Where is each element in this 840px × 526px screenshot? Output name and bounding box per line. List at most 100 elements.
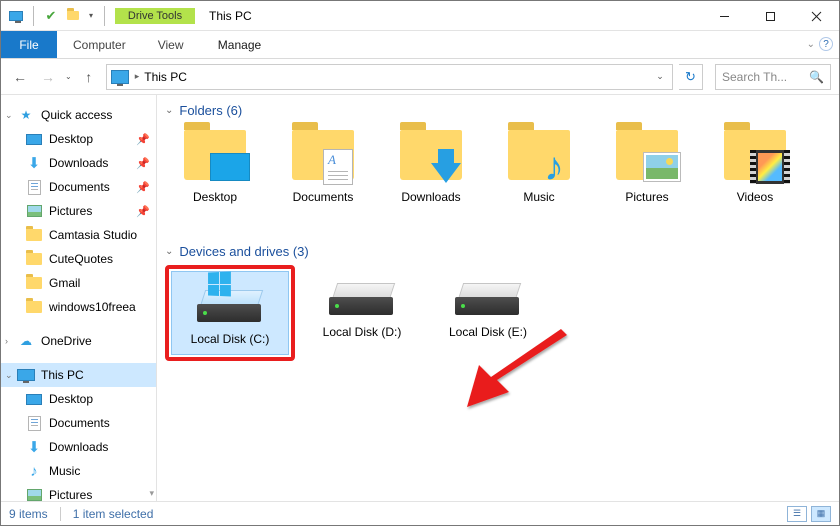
tab-manage[interactable]: Manage [199, 31, 279, 58]
sidebar-item[interactable]: windows10freea [1, 295, 156, 319]
sidebar-quick-access[interactable]: ⌄ ★ Quick access [1, 103, 156, 127]
pin-icon: 📌 [136, 133, 150, 146]
folder-item[interactable]: ♪Music [489, 124, 589, 224]
sidebar-item[interactable]: Desktop 📌 [1, 127, 156, 151]
folder-icon [184, 130, 246, 180]
chevron-down-icon[interactable]: ⌄ [5, 110, 13, 121]
folder-item[interactable]: Desktop [165, 124, 265, 224]
group-header-drives[interactable]: ⌄ Devices and drives (3) [165, 244, 835, 259]
details-view-button[interactable]: ☰ [787, 506, 807, 522]
window-controls [701, 1, 839, 30]
chevron-right-icon[interactable]: › [5, 336, 8, 346]
sidebar-item[interactable]: Documents📌 [1, 175, 156, 199]
windows-logo-icon [208, 271, 231, 296]
drives-group: Local Disk (C:)Local Disk (D:)Local Disk… [165, 265, 835, 361]
back-button[interactable]: ← [9, 66, 31, 88]
folder-icon [292, 130, 354, 180]
search-icon: 🔍 [809, 70, 824, 84]
drive-item[interactable]: Local Disk (C:) [171, 271, 289, 355]
folder-icon [616, 130, 678, 180]
drive-tools-label: Drive Tools [115, 8, 195, 24]
folder-item[interactable]: Videos [705, 124, 805, 224]
sidebar-onedrive[interactable]: › ☁ OneDrive [1, 329, 156, 353]
qat-properties-icon[interactable]: ✔ [42, 7, 60, 25]
sidebar-item[interactable]: ⬇Downloads [1, 435, 156, 459]
sidebar-item[interactable]: Pictures [1, 483, 156, 501]
window-title: This PC [195, 1, 701, 30]
sidebar-item-label: Desktop [49, 392, 93, 406]
help-icon[interactable]: ? [819, 37, 833, 51]
folder-item[interactable]: Documents [273, 124, 373, 224]
pin-icon: 📌 [136, 205, 150, 218]
folder-label: Music [523, 190, 554, 204]
drive-item[interactable]: Local Disk (E:) [429, 265, 547, 361]
sidebar-item-label: Desktop [49, 132, 93, 146]
scroll-down-icon[interactable]: ▾ [149, 488, 154, 499]
group-title: Folders (6) [179, 103, 242, 118]
folder-icon [400, 130, 462, 180]
address-text[interactable]: This PC [144, 70, 187, 84]
close-button[interactable] [793, 1, 839, 31]
explorer-window: ✔ ▾ Drive Tools This PC File Computer Vi… [0, 0, 840, 526]
breadcrumb-separator: ▸ [135, 71, 140, 82]
selection-count: 1 item selected [73, 507, 154, 521]
chevron-down-icon[interactable]: ⌄ [5, 370, 13, 381]
address-bar[interactable]: ▸ This PC ⌄ [106, 64, 673, 90]
sidebar-item[interactable]: Pictures📌 [1, 199, 156, 223]
folder-label: Documents [293, 190, 354, 204]
sidebar-item[interactable]: ♪Music [1, 459, 156, 483]
explorer-body: ⌄ ★ Quick access Desktop 📌 ⬇Downloads 📌 Docu… [1, 95, 839, 501]
content-pane: ⌄ Folders (6) Desktop Documents Downloads ♪… [157, 95, 839, 501]
up-button[interactable]: ↑ [78, 66, 100, 88]
group-header-folders[interactable]: ⌄ Folders (6) [165, 103, 835, 118]
status-bar: 9 items 1 item selected ☰ ▦ [1, 501, 839, 525]
ribbon-collapse[interactable]: ⌄ ? [807, 37, 833, 51]
sidebar-item[interactable]: CuteQuotes [1, 247, 156, 271]
forward-button[interactable]: → [37, 66, 59, 88]
search-input[interactable]: Search Th... 🔍 [715, 64, 831, 90]
window-icon[interactable] [7, 7, 25, 25]
star-icon: ★ [17, 108, 35, 122]
file-tab[interactable]: File [1, 31, 57, 58]
sidebar-this-pc[interactable]: ⌄ This PC [1, 363, 156, 387]
chevron-down-icon[interactable]: ⌄ [165, 246, 173, 257]
sidebar-item[interactable]: Camtasia Studio [1, 223, 156, 247]
ribbon-tabs: File Computer View Manage ⌄ ? [1, 31, 839, 59]
qat-new-folder-icon[interactable] [64, 7, 82, 25]
highlight-box: Local Disk (C:) [165, 265, 295, 361]
group-title: Devices and drives (3) [179, 244, 308, 259]
folder-item[interactable]: Downloads [381, 124, 481, 224]
navigation-bar: ← → ⌄ ↑ ▸ This PC ⌄ ↻ Search Th... 🔍 [1, 59, 839, 95]
tab-computer[interactable]: Computer [57, 31, 142, 58]
folder-label: Downloads [401, 190, 460, 204]
sidebar-item[interactable]: ⬇Downloads📌 [1, 151, 156, 175]
sidebar-item-label: CuteQuotes [49, 252, 113, 266]
qat-customize-dropdown[interactable]: ▾ [86, 11, 96, 20]
separator [60, 507, 61, 521]
separator [33, 6, 34, 26]
minimize-button[interactable] [701, 1, 747, 31]
sidebar-item[interactable]: Documents [1, 411, 156, 435]
pin-icon: 📌 [136, 157, 150, 170]
sidebar-item-label: Documents [49, 416, 110, 430]
drive-item[interactable]: Local Disk (D:) [303, 265, 421, 361]
maximize-button[interactable] [747, 1, 793, 31]
drive-icon [455, 269, 521, 315]
tab-view[interactable]: View [142, 31, 200, 58]
sidebar-item-label: Music [49, 464, 80, 478]
sidebar-item[interactable]: Desktop [1, 387, 156, 411]
sidebar-item-label: Downloads [49, 156, 108, 170]
icons-view-button[interactable]: ▦ [811, 506, 831, 522]
sidebar-item[interactable]: Gmail [1, 271, 156, 295]
folder-item[interactable]: Pictures [597, 124, 697, 224]
recent-locations-dropdown[interactable]: ⌄ [65, 72, 72, 81]
chevron-down-icon[interactable]: ⌄ [165, 105, 173, 116]
search-placeholder: Search Th... [722, 70, 805, 84]
refresh-button[interactable]: ↻ [679, 64, 703, 90]
titlebar: ✔ ▾ Drive Tools This PC [1, 1, 839, 31]
folder-label: Pictures [625, 190, 668, 204]
sidebar-item-label: Camtasia Studio [49, 228, 137, 242]
item-count: 9 items [9, 507, 48, 521]
navigation-pane: ⌄ ★ Quick access Desktop 📌 ⬇Downloads 📌 Docu… [1, 95, 157, 501]
address-dropdown[interactable]: ⌄ [652, 71, 668, 82]
